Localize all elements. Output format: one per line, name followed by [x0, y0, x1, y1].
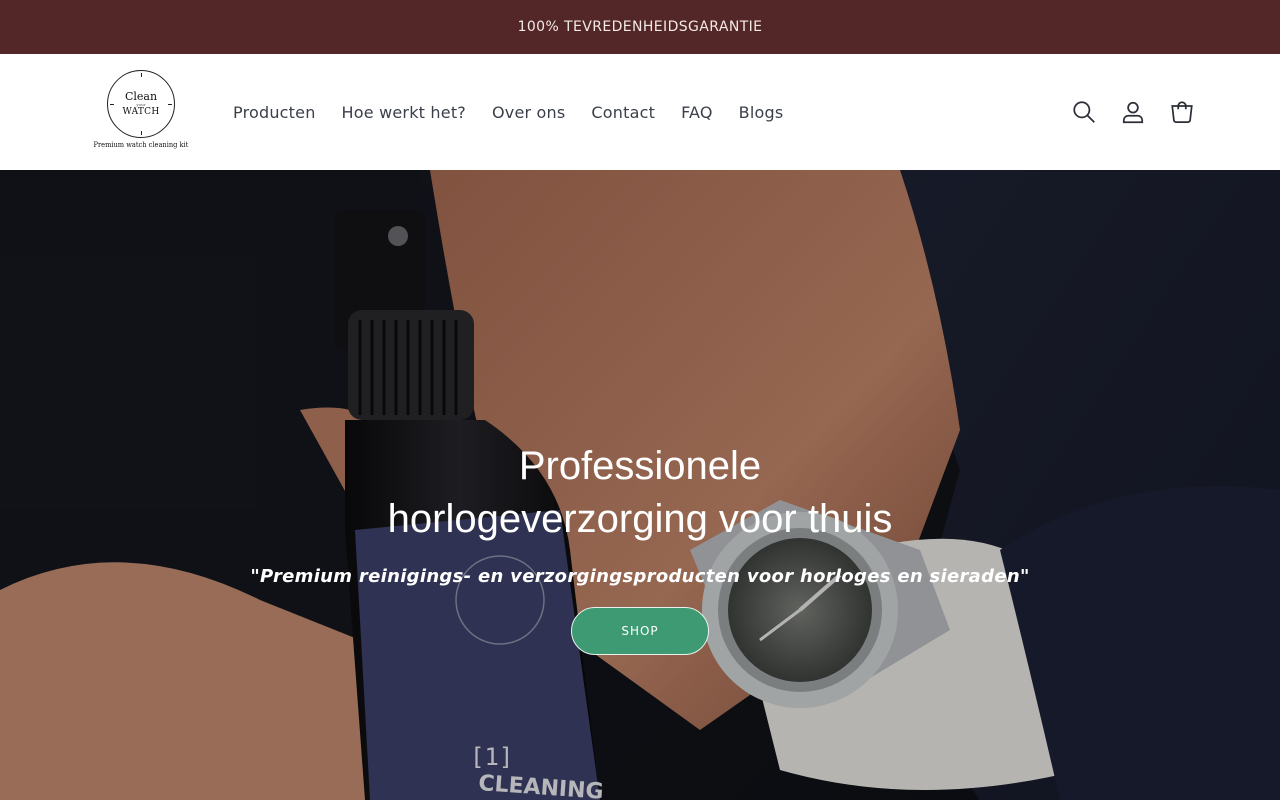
cart-button[interactable]: [1167, 98, 1196, 127]
nav-item-producten[interactable]: Producten: [220, 103, 329, 122]
hero-title: Professionele horlogeverzorging voor thu…: [387, 444, 893, 541]
account-button[interactable]: [1118, 98, 1147, 127]
hero-subtitle: "Premium reinigings- en verzorgingsprodu…: [250, 566, 1030, 587]
hero-content: Professionele horlogeverzorging voor thu…: [0, 440, 1280, 655]
site-logo[interactable]: Clean your WATCH Premium watch cleaning …: [93, 70, 189, 156]
shop-button[interactable]: SHOP: [571, 607, 709, 655]
cart-icon: [1170, 101, 1193, 123]
announcement-bar: 100% TEVREDENHEIDSGARANTIE: [0, 0, 1280, 54]
logo-line-1: Clean: [124, 90, 158, 103]
nav-item-faq[interactable]: FAQ: [668, 103, 726, 122]
nav-item-blogs[interactable]: Blogs: [726, 103, 797, 122]
nav-item-over-ons[interactable]: Over ons: [479, 103, 578, 122]
logo-tagline: Premium watch cleaning kit: [93, 141, 189, 149]
main-nav: Producten Hoe werkt het? Over ons Contac…: [220, 54, 796, 170]
header-icons: [1069, 54, 1196, 170]
search-button[interactable]: [1069, 98, 1098, 127]
nav-item-contact[interactable]: Contact: [578, 103, 668, 122]
account-icon: [1122, 101, 1143, 124]
announcement-text: 100% TEVREDENHEIDSGARANTIE: [517, 19, 763, 35]
nav-item-hoe-werkt-het[interactable]: Hoe werkt het?: [329, 103, 479, 122]
logo-line-3: WATCH: [122, 107, 160, 117]
search-icon: [1072, 101, 1095, 123]
logo-watch-mark: Clean your WATCH: [107, 70, 175, 138]
hero-banner: [1] CLEANING Professionele horlogeverzor…: [0, 170, 1280, 800]
site-header: Clean your WATCH Premium watch cleaning …: [0, 54, 1280, 170]
